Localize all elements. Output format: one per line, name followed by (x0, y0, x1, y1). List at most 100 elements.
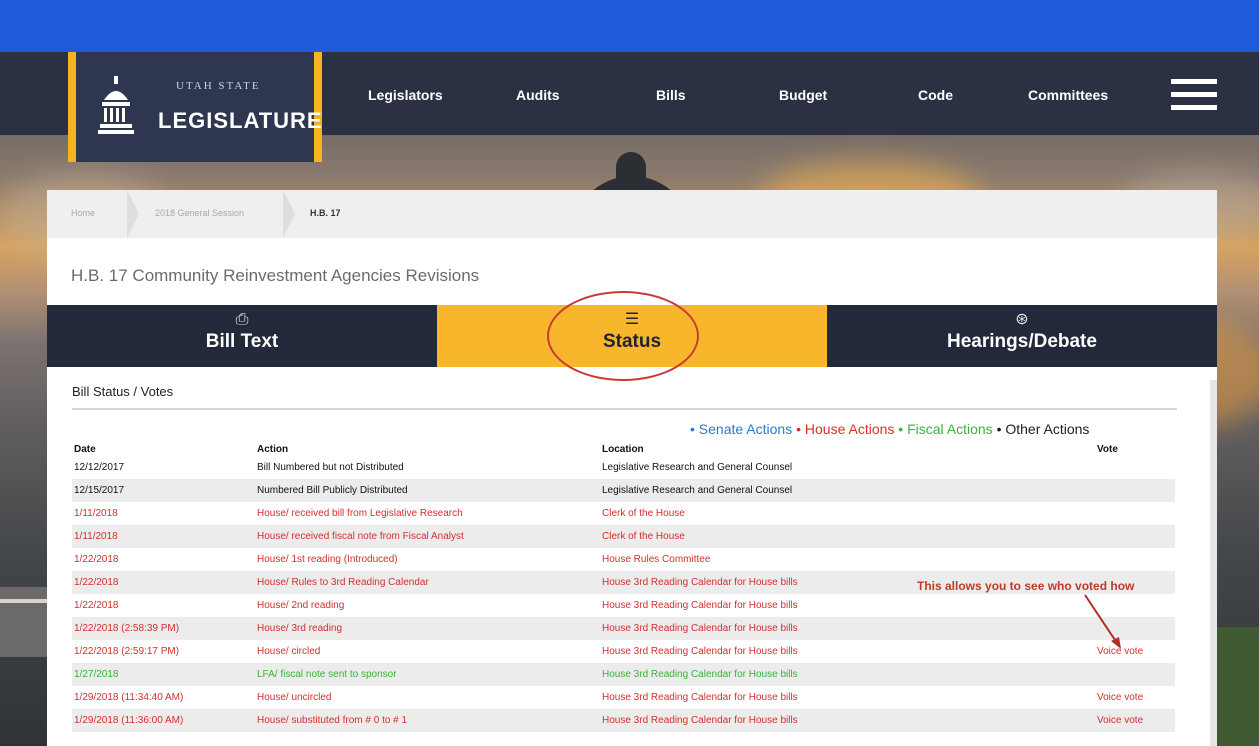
annotation-text: This allows you to see who voted how (917, 579, 1135, 593)
cell-date: 1/22/2018 (72, 571, 255, 594)
tab-label: Hearings/Debate (947, 331, 1097, 352)
cell-vote (1095, 548, 1175, 571)
tab-bill-text[interactable]: ⎙ Bill Text (47, 305, 437, 367)
cell-location: Legislative Research and General Counsel (602, 462, 793, 473)
cell-location: House 3rd Reading Calendar for House bil… (602, 692, 798, 703)
nav-audits[interactable]: Audits (516, 87, 560, 103)
cell-action: House/ Rules to 3rd Reading Calendar (255, 571, 600, 594)
cell-action: Numbered Bill Publicly Distributed (255, 479, 600, 502)
cell-action: House/ circled (257, 646, 321, 657)
table-row: 12/15/2017 Numbered Bill Publicly Distri… (72, 479, 1175, 502)
cell-action: House/ uncircled (257, 692, 332, 703)
cell-date: 1/11/2018 (74, 508, 118, 519)
nav-legislators[interactable]: Legislators (368, 87, 443, 103)
voice-vote-link[interactable]: Voice vote (1095, 709, 1175, 732)
cell-location: Clerk of the House (602, 508, 685, 519)
annotation-arrow-icon (1084, 594, 1121, 649)
column-header-location: Location (602, 443, 644, 455)
cell-action: House/ 1st reading (Introduced) (257, 554, 398, 565)
table-row: 1/29/2018 (11:34:40 AM) House/ uncircled… (72, 686, 1175, 709)
cell-date: 1/27/2018 (72, 663, 255, 686)
cell-date: 12/12/2017 (74, 462, 125, 473)
tab-hearings-debate[interactable]: ⊛ Hearings/Debate (827, 305, 1217, 367)
cell-action: LFA/ fiscal note sent to sponsor (255, 663, 600, 686)
cell-location: Clerk of the House (600, 525, 1095, 548)
cell-action: House/ received fiscal note from Fiscal … (255, 525, 600, 548)
table-row: 1/11/2018 House/ received bill from Legi… (72, 502, 1175, 525)
table-row: 1/22/2018 (2:58:39 PM) House/ 3rd readin… (72, 617, 1175, 640)
legend-senate: Senate Actions (698, 421, 793, 437)
logo-subtitle: UTAH STATE (176, 80, 261, 92)
breadcrumb-home[interactable]: Home (71, 208, 95, 218)
table-row: 1/22/2018 (2:59:17 PM) House/ circled Ho… (72, 640, 1175, 663)
cell-location: House Rules Committee (602, 554, 711, 565)
cell-date: 1/22/2018 (2:59:17 PM) (74, 646, 180, 657)
legend-other: Other Actions (1005, 421, 1090, 437)
column-header-vote: Vote (1097, 443, 1118, 455)
legend-house: House Actions (804, 421, 895, 437)
nav-bills[interactable]: Bills (656, 87, 686, 103)
cell-date: 12/15/2017 (72, 479, 255, 502)
cell-date: 1/11/2018 (72, 525, 255, 548)
table-header-row: Date Action Location Vote (72, 442, 1175, 456)
cell-action: House/ 3rd reading (255, 617, 600, 640)
cell-date: 1/22/2018 (74, 554, 119, 565)
breadcrumb-separator (283, 190, 295, 238)
table-row: 12/12/2017 Bill Numbered but not Distrib… (72, 456, 1175, 479)
cell-location: House 3rd Reading Calendar for House bil… (600, 709, 1095, 732)
legend-bullet: • (996, 421, 1002, 437)
site-logo[interactable]: UTAH STATE LEGISLATURE (68, 52, 322, 162)
cell-location: House 3rd Reading Calendar for House bil… (602, 600, 798, 611)
cell-vote (1095, 479, 1175, 502)
cell-location: House 3rd Reading Calendar for House bil… (600, 663, 1095, 686)
section-divider (72, 408, 1177, 410)
tab-label: Bill Text (205, 331, 279, 352)
bill-card: Home 2018 General Session H.B. 17 H.B. 1… (47, 190, 1217, 746)
table-row: 1/11/2018 House/ received fiscal note fr… (72, 525, 1175, 548)
action-legend: • Senate Actions • House Actions • Fisca… (690, 421, 1089, 437)
breadcrumb-separator (127, 190, 139, 238)
table-row: 1/27/2018 LFA/ fiscal note sent to spons… (72, 663, 1175, 686)
cell-vote (1095, 502, 1175, 525)
cell-action: House/ received bill from Legislative Re… (257, 508, 463, 519)
breadcrumb-session[interactable]: 2018 General Session (155, 208, 244, 218)
nav-budget[interactable]: Budget (779, 87, 827, 103)
breadcrumb-current: H.B. 17 (310, 208, 341, 218)
cell-vote (1095, 663, 1175, 686)
scrollbar[interactable] (1210, 380, 1217, 746)
column-header-action: Action (257, 443, 289, 455)
nav-code[interactable]: Code (918, 87, 953, 103)
status-highlight-circle (547, 291, 699, 381)
cell-date: 1/22/2018 (2:58:39 PM) (72, 617, 255, 640)
section-title: Bill Status / Votes (72, 384, 174, 399)
top-banner (0, 0, 1259, 52)
cell-action: House/ 2nd reading (257, 600, 345, 611)
logo-title: LEGISLATURE (158, 108, 323, 133)
cell-date: 1/29/2018 (11:36:00 AM) (72, 709, 255, 732)
table-row: 1/22/2018 House/ 2nd reading House 3rd R… (72, 594, 1175, 617)
column-header-date: Date (74, 443, 96, 455)
legend-bullet: • (796, 421, 801, 437)
cell-action: Bill Numbered but not Distributed (257, 462, 404, 473)
cell-date: 1/29/2018 (11:34:40 AM) (74, 692, 184, 703)
cell-location: Legislative Research and General Counsel (600, 479, 1095, 502)
hamburger-menu-icon[interactable] (1171, 79, 1217, 113)
legend-bullet: • (898, 421, 904, 437)
bill-title: H.B. 17 Community Reinvestment Agencies … (71, 266, 480, 285)
voice-vote-link[interactable]: Voice vote (1095, 686, 1175, 709)
cell-vote (1095, 456, 1175, 479)
cell-location: House 3rd Reading Calendar for House bil… (602, 646, 798, 657)
legend-fiscal: Fiscal Actions (907, 421, 993, 437)
cell-vote (1095, 525, 1175, 548)
table-row: 1/22/2018 House/ 1st reading (Introduced… (72, 548, 1175, 571)
capitol-icon (98, 76, 134, 134)
cell-action: House/ substituted from # 0 to # 1 (255, 709, 600, 732)
nav-committees[interactable]: Committees (1028, 87, 1108, 103)
breadcrumb: Home 2018 General Session H.B. 17 (47, 190, 1217, 238)
cell-date: 1/22/2018 (74, 600, 119, 611)
document-icon: ⎙ (235, 311, 249, 328)
legend-bullet: • (690, 421, 695, 437)
microphone-icon: ⊛ (1015, 311, 1029, 328)
table-row: 1/29/2018 (11:36:00 AM) House/ substitut… (72, 709, 1175, 732)
cell-location: House 3rd Reading Calendar for House bil… (600, 617, 1095, 640)
